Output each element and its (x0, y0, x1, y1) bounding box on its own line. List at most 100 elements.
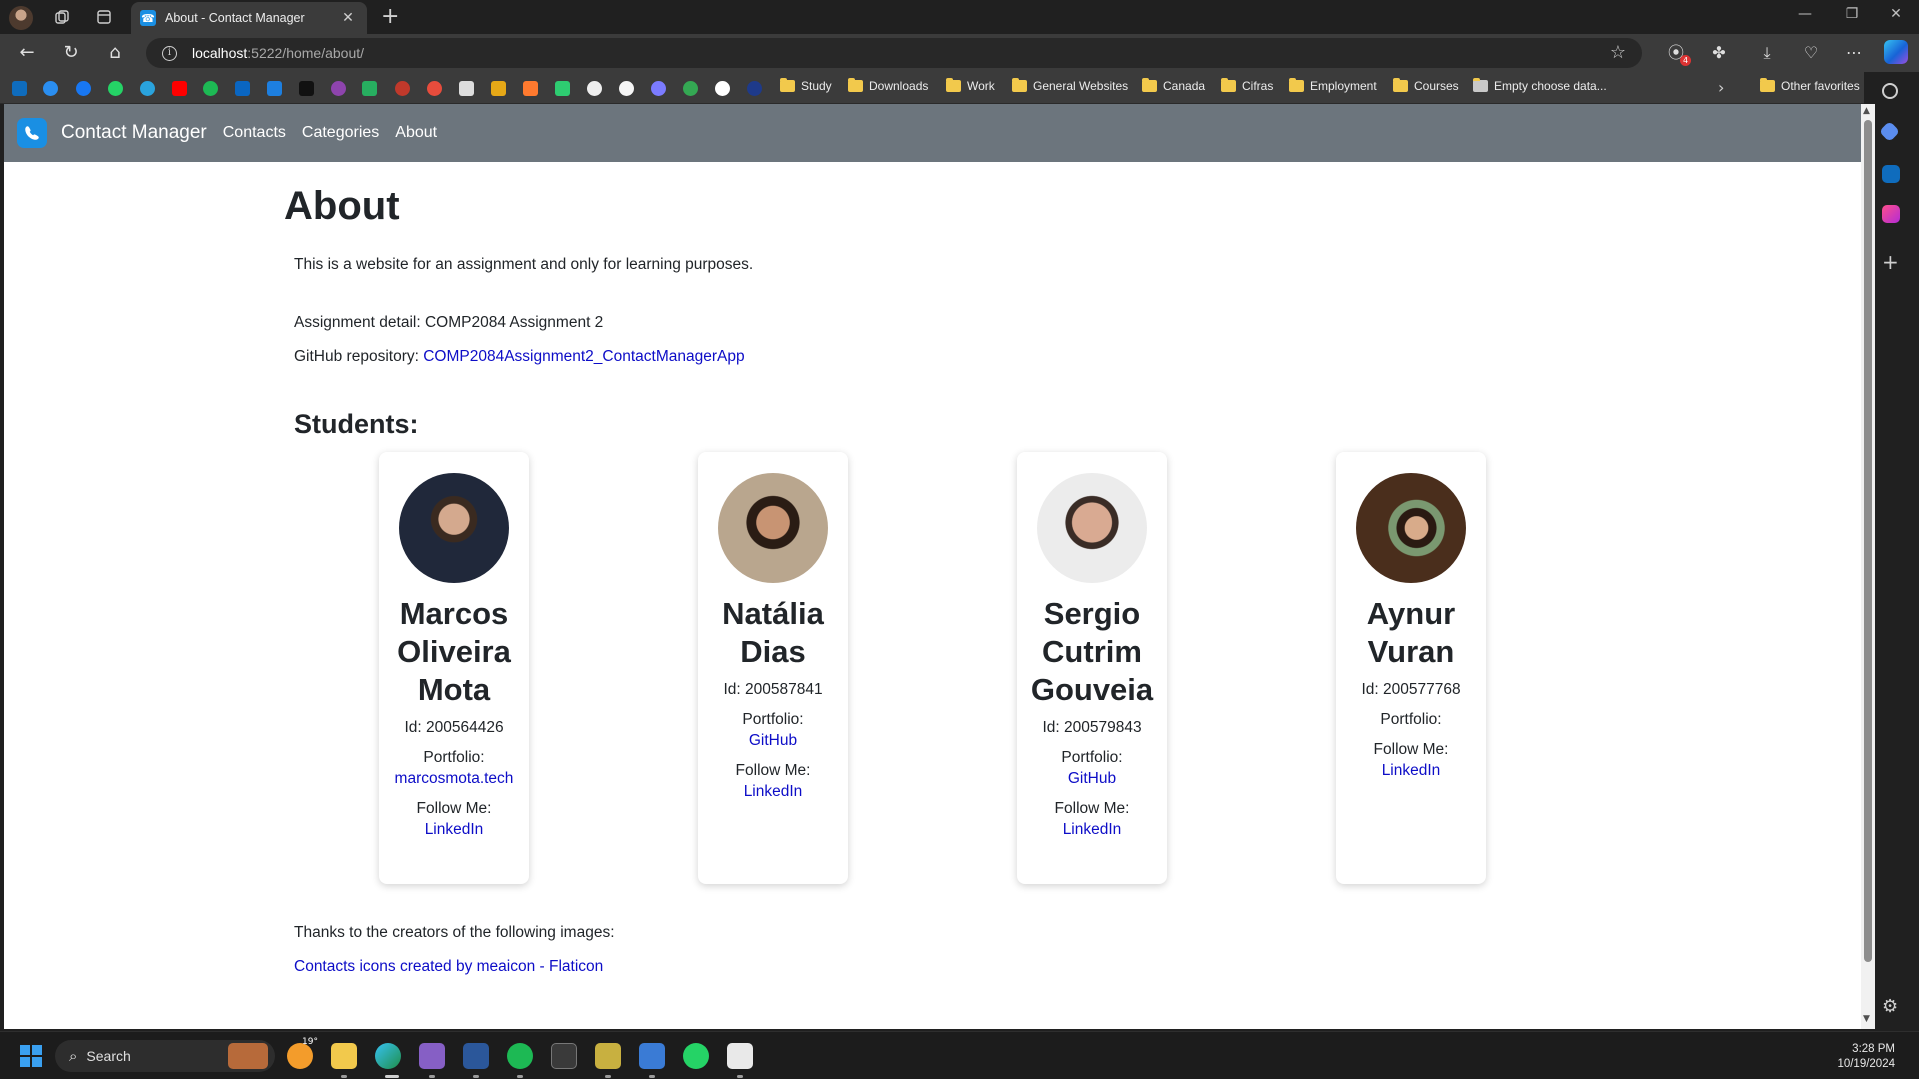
running-indicator (605, 1075, 611, 1078)
facebook-favicon-icon[interactable] (76, 81, 91, 96)
portfolio-link[interactable]: GitHub (698, 732, 848, 750)
extension-icon[interactable]: ⦿ 4 (1662, 40, 1691, 66)
taskbar-clock[interactable]: 3:28 PM 10/19/2024 (1837, 1042, 1895, 1072)
tag-icon[interactable] (1878, 120, 1901, 143)
bookmark-folder-other-favorites[interactable]: Other favorites (1760, 78, 1860, 93)
chatgpt-favicon-icon[interactable] (587, 81, 602, 96)
new-tab-icon[interactable]: + (381, 4, 399, 29)
linkedin-favicon-icon[interactable] (235, 81, 250, 96)
github-repo-link[interactable]: COMP2084Assignment2_ContactManagerApp (423, 348, 744, 365)
profile-avatar[interactable] (9, 6, 33, 30)
portfolio-link[interactable]: marcosmota.tech (379, 770, 529, 788)
copilot-icon[interactable] (1884, 40, 1908, 64)
spotify-icon[interactable] (507, 1043, 533, 1069)
address-bar[interactable]: i localhost:5222/home/about/ ☆ (146, 38, 1642, 68)
app-favicon-icon[interactable] (459, 81, 474, 96)
add-sidebar-app-icon[interactable]: + (1882, 250, 1899, 274)
follow-label: Follow Me: (1054, 800, 1130, 817)
gemini-favicon-icon[interactable] (651, 81, 666, 96)
bookmark-folder-downloads[interactable]: Downloads (848, 78, 928, 93)
bookmark-folder-cifras[interactable]: Cifras (1221, 78, 1273, 93)
app-favicon-icon[interactable] (683, 81, 698, 96)
bookmark-folder-employment[interactable]: Employment (1289, 78, 1377, 93)
bookmark-empty-choose-data[interactable]: Empty choose data... (1473, 78, 1607, 93)
scroll-thumb[interactable] (1864, 120, 1872, 962)
github-favicon-icon[interactable] (619, 81, 634, 96)
linkedin-link[interactable]: LinkedIn (379, 821, 529, 839)
app-favicon-icon[interactable] (747, 81, 762, 96)
app-favicon-icon[interactable] (331, 81, 346, 96)
linkedin-link[interactable]: LinkedIn (1336, 762, 1486, 780)
app-favicon-icon[interactable] (523, 81, 538, 96)
site-info-icon[interactable]: i (162, 45, 177, 61)
app-favicon-icon[interactable] (491, 81, 506, 96)
nav-categories[interactable]: Categories (302, 124, 379, 142)
youtube-favicon-icon[interactable] (172, 81, 187, 96)
terminal-icon[interactable] (551, 1043, 577, 1069)
reload-icon[interactable]: ↻ (56, 40, 86, 66)
restore-icon[interactable]: ❐ (1832, 6, 1872, 22)
telegram-favicon-icon[interactable] (140, 81, 155, 96)
favorite-star-icon[interactable]: ☆ (1610, 42, 1626, 63)
bookmark-folder-general-websites[interactable]: General Websites (1012, 78, 1128, 93)
browser-tab-bar: ☎ About - Contact Manager ✕ + — ❐ ✕ (0, 0, 1919, 34)
extensions-puzzle-icon[interactable]: ✤ (1705, 40, 1733, 66)
search-icon[interactable] (1882, 83, 1898, 99)
nav-about[interactable]: About (395, 124, 437, 142)
browser-essentials-icon[interactable]: ♡ (1797, 40, 1825, 66)
file-explorer-icon[interactable] (331, 1043, 357, 1069)
minimize-icon[interactable]: — (1785, 6, 1825, 22)
bookmark-folder-study[interactable]: Study (780, 78, 832, 93)
scroll-up-icon[interactable]: ▲ (1863, 106, 1870, 116)
more-menu-icon[interactable]: ⋯ (1840, 40, 1868, 66)
favorites-bar: Study Downloads Work General Websites Ca… (0, 72, 1919, 104)
close-window-icon[interactable]: ✕ (1876, 6, 1916, 22)
notepad-icon[interactable] (639, 1043, 665, 1069)
whatsapp-icon[interactable] (683, 1043, 709, 1069)
feedly-favicon-icon[interactable] (362, 81, 377, 96)
search-highlight-icon[interactable] (228, 1043, 268, 1069)
bookmark-label: Employment (1310, 79, 1377, 93)
credit-link[interactable]: Contacts icons created by meaicon - Flat… (294, 958, 603, 976)
workspaces-icon[interactable] (49, 5, 75, 29)
linkedin-link[interactable]: LinkedIn (698, 783, 848, 801)
close-tab-icon[interactable]: ✕ (339, 10, 357, 26)
app-icon[interactable] (727, 1043, 753, 1069)
outlook-icon[interactable] (1882, 165, 1900, 183)
google-favicon-icon[interactable] (715, 81, 730, 96)
linkedin-link[interactable]: LinkedIn (1017, 821, 1167, 839)
chevron-right-icon[interactable]: › (1718, 78, 1724, 97)
page-scrollbar[interactable]: ▲ ▼ (1861, 104, 1875, 1029)
snipping-tool-icon[interactable] (595, 1043, 621, 1069)
trello-favicon-icon[interactable] (267, 81, 282, 96)
vertical-tabs-icon[interactable] (91, 5, 117, 29)
amazon-favicon-icon[interactable] (299, 81, 314, 96)
contact-manager-logo-icon[interactable] (17, 118, 47, 148)
bookmark-folder-work[interactable]: Work (946, 78, 995, 93)
back-arrow-icon[interactable]: ← (12, 40, 42, 66)
home-icon[interactable]: ⌂ (100, 40, 130, 66)
spotify-favicon-icon[interactable] (203, 81, 218, 96)
edge-browser-icon[interactable] (375, 1043, 401, 1069)
debian-favicon-icon[interactable] (395, 81, 410, 96)
bookmark-folder-courses[interactable]: Courses (1393, 78, 1459, 93)
whatsapp-favicon-icon[interactable] (108, 81, 123, 96)
designer-icon[interactable] (1882, 205, 1900, 223)
app-favicon-icon[interactable] (427, 81, 442, 96)
vue-favicon-icon[interactable] (555, 81, 570, 96)
student-card: Aynur Vuran Id: 200577768 Portfolio: Fol… (1336, 452, 1486, 884)
nav-contacts[interactable]: Contacts (223, 124, 286, 142)
url-text[interactable]: localhost:5222/home/about/ (192, 45, 364, 61)
windows-start-icon[interactable] (20, 1045, 42, 1067)
settings-gear-icon[interactable]: ⚙ (1882, 996, 1898, 1017)
onedrive-favicon-icon[interactable] (43, 81, 58, 96)
downloads-icon[interactable]: ⤓ (1753, 40, 1781, 66)
bookmark-folder-canada[interactable]: Canada (1142, 78, 1205, 93)
active-tab[interactable]: ☎ About - Contact Manager ✕ (131, 2, 367, 34)
site-brand[interactable]: Contact Manager (61, 122, 207, 144)
portfolio-link[interactable]: GitHub (1017, 770, 1167, 788)
word-icon[interactable] (463, 1043, 489, 1069)
outlook-favicon-icon[interactable] (12, 81, 27, 96)
visual-studio-icon[interactable] (419, 1043, 445, 1069)
scroll-down-icon[interactable]: ▼ (1863, 1014, 1870, 1024)
